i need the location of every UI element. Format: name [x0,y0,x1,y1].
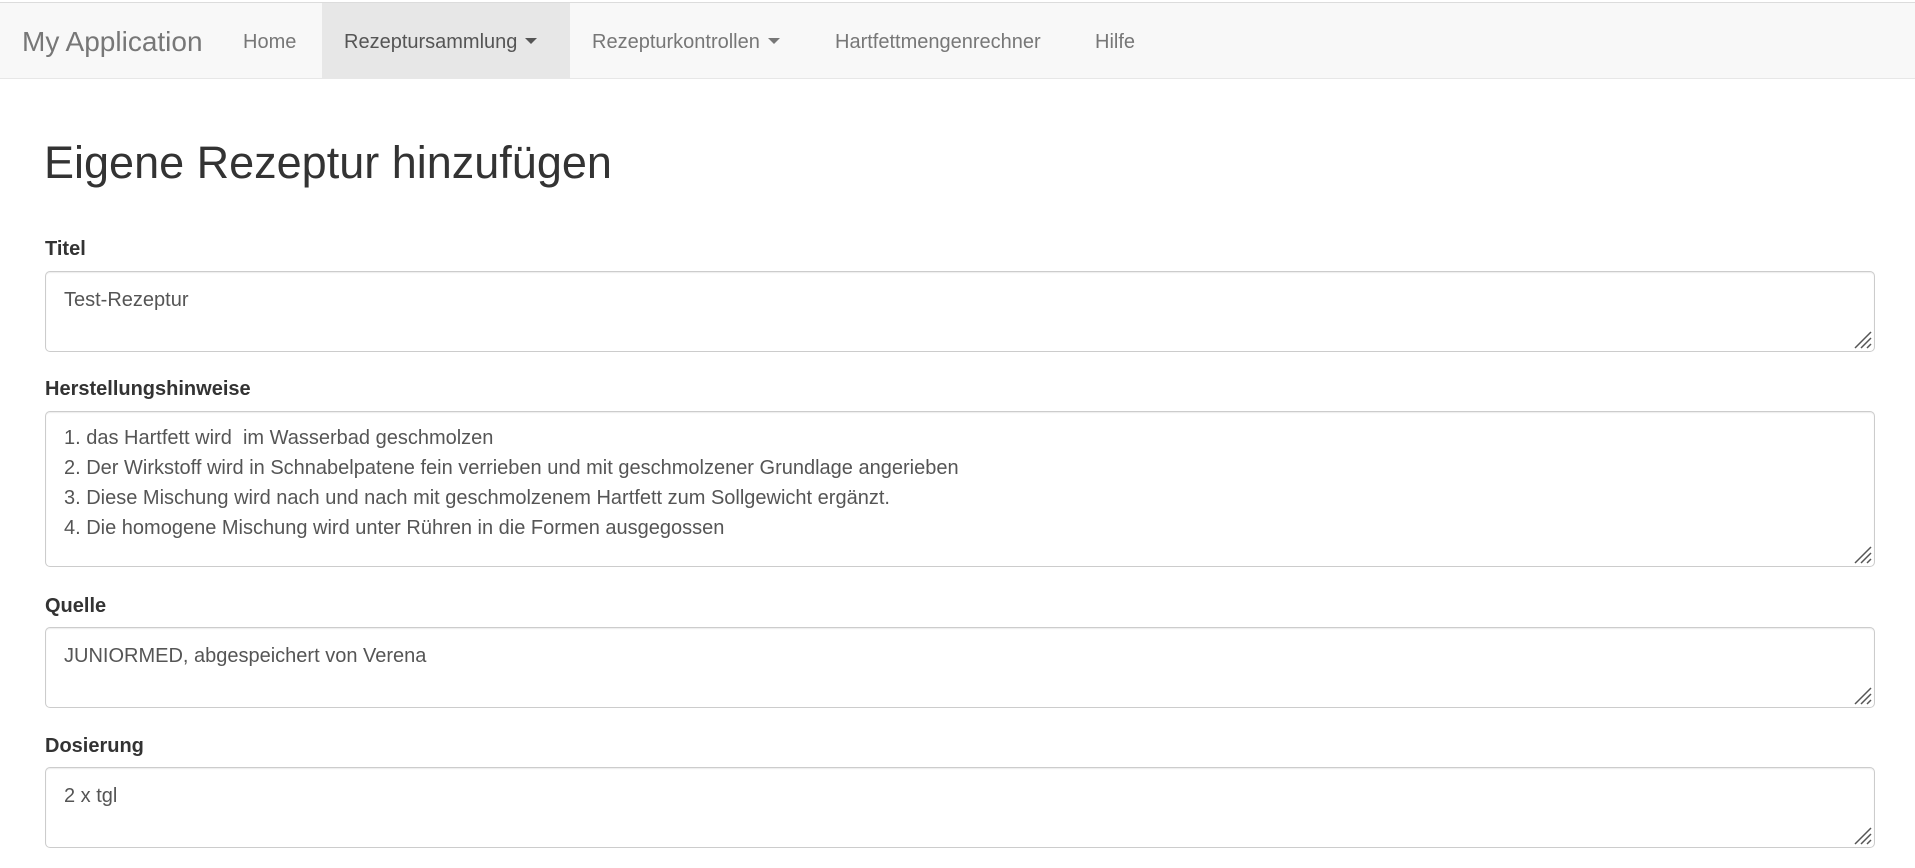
titel-textarea[interactable]: Test-Rezeptur [45,271,1875,352]
nav-hilfe[interactable]: Hilfe [1073,3,1157,79]
herstellungshinweise-label: Herstellungshinweise [45,378,251,400]
nav-rezeptursammlung-label: Rezeptursammlung [344,31,518,53]
herstellungshinweise-line-3: 3. Diese Mischung wird nach und nach mit… [64,487,890,509]
page-title: Eigene Rezeptur hinzufügen [44,137,612,188]
herstellungshinweise-line-1: 1. das Hartfett wird im Wasserbad geschm… [64,427,494,449]
resize-grip-icon[interactable] [1850,683,1872,705]
herstellungshinweise-line-4: 4. Die homogene Mischung wird unter Rühr… [64,517,725,539]
titel-value: Test-Rezeptur [64,289,189,311]
navbar: My Application Home Rezeptursammlung Rez… [0,2,1915,79]
resize-grip-icon[interactable] [1850,542,1872,564]
nav-rezepturkontrollen-dropdown[interactable]: Rezepturkontrollen [570,3,802,79]
resize-grip-icon[interactable] [1850,327,1872,349]
caret-down-icon [525,37,538,44]
nav-home[interactable]: Home [221,3,318,79]
quelle-label: Quelle [45,595,107,617]
quelle-textarea[interactable]: JUNIORMED, abgespeichert von Verena [45,627,1875,708]
resize-grip-icon[interactable] [1850,823,1872,845]
quelle-value: JUNIORMED, abgespeichert von Verena [64,645,427,667]
herstellungshinweise-textarea[interactable]: 1. das Hartfett wird im Wasserbad geschm… [45,411,1875,567]
titel-label: Titel [45,238,86,260]
nav-hilfe-label: Hilfe [1095,31,1136,53]
nav-rezeptursammlung-dropdown[interactable]: Rezeptursammlung [322,3,570,79]
dosierung-value: 2 x tgl [64,785,118,807]
dosierung-textarea[interactable]: 2 x tgl [45,767,1875,848]
dosierung-label: Dosierung [45,735,144,757]
nav-hartfettmengenrechner[interactable]: Hartfettmengenrechner [813,3,1063,79]
nav-hartfettmengenrechner-label: Hartfettmengenrechner [835,31,1041,53]
nav-rezepturkontrollen-label: Rezepturkontrollen [592,31,760,53]
caret-down-icon [767,37,780,44]
herstellungshinweise-line-2: 2. Der Wirkstoff wird in Schnabelpatene … [64,457,959,479]
brand-link[interactable]: My Application [22,3,203,80]
nav-home-label: Home [243,31,297,53]
